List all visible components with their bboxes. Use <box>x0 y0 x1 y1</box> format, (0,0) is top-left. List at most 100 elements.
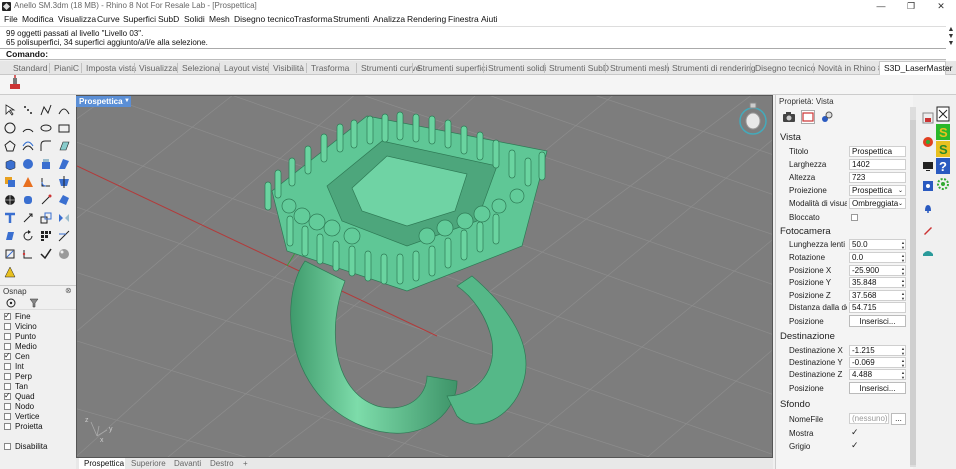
array-icon[interactable] <box>39 229 53 243</box>
tab-layout-viste[interactable]: Layout viste <box>224 63 269 73</box>
scroll-more-icon[interactable]: ▼ <box>946 40 956 47</box>
plane-surface-icon[interactable] <box>57 139 71 153</box>
osnap-settings-icon[interactable] <box>6 298 16 310</box>
gumball-icon[interactable] <box>39 193 53 207</box>
minimize-button[interactable]: — <box>866 0 896 13</box>
add-viewport-tab-button[interactable]: + <box>243 459 248 468</box>
tab-visibilita[interactable]: Visibilità <box>273 63 304 73</box>
tab-visualizza[interactable]: Visualizza <box>139 63 177 73</box>
split-edge-icon[interactable] <box>21 247 35 261</box>
tab-pianic[interactable]: PianiC <box>54 63 79 73</box>
subd-icon[interactable] <box>21 193 35 207</box>
point-icon[interactable] <box>21 103 35 117</box>
scale-icon[interactable] <box>39 211 53 225</box>
material-icon[interactable] <box>921 135 935 149</box>
s3d-plugin-icon[interactable] <box>936 106 950 122</box>
menu-modifica[interactable]: Modifica <box>22 14 54 24</box>
menu-trasforma[interactable]: Trasforma <box>294 14 332 24</box>
text-icon[interactable] <box>3 265 17 279</box>
polyline-icon[interactable] <box>39 103 53 117</box>
curve-icon[interactable] <box>57 103 71 117</box>
pos-y-spinner[interactable]: ▲ ▼ <box>900 278 906 288</box>
dimension-icon[interactable] <box>3 211 17 225</box>
tab-imposta-vista[interactable]: Imposta vista <box>86 63 136 73</box>
osnap-medio-checkbox[interactable] <box>4 343 11 350</box>
mesh-icon[interactable] <box>3 193 17 207</box>
tab-strumenti-mesh[interactable]: Strumenti mesh <box>610 63 670 73</box>
arc-icon[interactable] <box>21 121 35 135</box>
osnap-vicino[interactable]: Vicino <box>4 322 37 332</box>
tab-seleziona[interactable]: Seleziona <box>182 63 219 73</box>
display-mode-dropdown[interactable]: Ombreggiata ⌄ <box>849 198 906 209</box>
osnap-vicino-checkbox[interactable] <box>4 323 11 330</box>
osnap-punto[interactable]: Punto <box>4 332 36 342</box>
osnap-filter-icon[interactable] <box>29 298 39 310</box>
osnap-proietta[interactable]: Proietta <box>4 422 43 432</box>
pos-x-spinner[interactable]: ▲ ▼ <box>900 266 906 276</box>
tab-disegno-tecnico[interactable]: Disegno tecnico <box>755 63 815 73</box>
scroll-up-icon[interactable]: ▲ <box>946 26 956 33</box>
s-yellow-plugin-icon[interactable]: S <box>936 141 950 157</box>
box-icon[interactable] <box>3 157 17 171</box>
check-icon[interactable] <box>39 247 53 261</box>
perspective-viewport[interactable]: z y x <box>76 95 773 458</box>
larghezza-field[interactable]: 1402 <box>849 159 906 170</box>
tab-davanti[interactable]: Davanti <box>174 459 201 468</box>
menu-strumenti[interactable]: Strumenti <box>333 14 369 24</box>
osnap-int-checkbox[interactable] <box>4 363 11 370</box>
bell-icon[interactable] <box>921 201 935 215</box>
render-icon[interactable] <box>57 247 71 261</box>
polygon-icon[interactable] <box>3 139 17 153</box>
osnap-nodo[interactable]: Nodo <box>4 402 34 412</box>
browse-file-button[interactable]: ... <box>891 413 906 425</box>
dest-y-field[interactable]: -0.069 <box>849 357 906 368</box>
fillet-edge-icon[interactable] <box>39 175 53 189</box>
tab-superiore[interactable]: Superiore <box>131 459 166 468</box>
tab-trasforma[interactable]: Trasforma <box>311 63 349 73</box>
rotate-icon[interactable] <box>21 229 35 243</box>
tab-s3d-lasermaster[interactable]: S3D_LaserMaster <box>884 63 953 73</box>
ellipse-icon[interactable] <box>39 121 53 135</box>
osnap-quad[interactable]: Quad <box>4 391 35 402</box>
extrude-icon[interactable] <box>39 157 53 171</box>
tab-strumenti-rendering[interactable]: Strumenti di rendering <box>672 63 756 73</box>
menu-file[interactable]: File <box>4 14 18 24</box>
viewport-props-icon[interactable] <box>801 110 815 124</box>
sphere-icon[interactable] <box>21 157 35 171</box>
loft-icon[interactable] <box>57 157 71 171</box>
command-history-scrollbar[interactable]: ▲ ▼ ▼ <box>946 26 956 61</box>
dest-z-field[interactable]: 4.488 <box>849 369 906 380</box>
properties-scrollbar-thumb[interactable] <box>910 120 916 465</box>
lights-icon[interactable] <box>921 179 935 193</box>
gear-icon[interactable] <box>936 177 950 191</box>
boolean-difference-icon[interactable] <box>21 175 35 189</box>
layers-icon[interactable] <box>921 111 935 125</box>
rotazione-field[interactable]: 0.0 <box>849 252 906 263</box>
menu-curve[interactable]: Curve <box>97 14 120 24</box>
osnap-tan-checkbox[interactable] <box>4 383 11 390</box>
osnap-fine[interactable]: Fine <box>4 311 31 322</box>
offset-curve-icon[interactable] <box>21 139 35 153</box>
osnap-cen[interactable]: Cen <box>4 351 30 362</box>
close-button[interactable]: ✕ <box>926 0 956 13</box>
osnap-proietta-checkbox[interactable] <box>4 423 11 430</box>
explode-icon[interactable] <box>57 193 71 207</box>
environment-icon[interactable] <box>921 245 935 259</box>
menu-subd[interactable]: SubD <box>158 14 179 24</box>
mirror-icon[interactable] <box>57 211 71 225</box>
move-icon[interactable] <box>21 211 35 225</box>
menu-analizza[interactable]: Analizza <box>373 14 405 24</box>
command-prompt[interactable]: Comando: <box>0 48 946 60</box>
select-arrow-icon[interactable] <box>3 103 17 117</box>
menu-disegno-tecnico[interactable]: Disegno tecnico <box>234 14 294 24</box>
tab-strumenti-subd[interactable]: Strumenti SubD <box>549 63 609 73</box>
grigio-checkbox[interactable]: ✓ <box>851 440 859 451</box>
titolo-field[interactable]: Prospettica <box>849 146 906 157</box>
osnap-close-icon[interactable]: ⊗ <box>65 286 72 295</box>
osnap-int[interactable]: Int <box>4 362 24 372</box>
menu-finestra[interactable]: Finestra <box>448 14 479 24</box>
viewport-title[interactable]: Prospettica <box>76 96 131 107</box>
menu-visualizza[interactable]: Visualizza <box>58 14 96 24</box>
tab-novita-rhino-8[interactable]: Novità in Rhino 8 <box>818 63 883 73</box>
osnap-perp[interactable]: Perp <box>4 372 32 382</box>
